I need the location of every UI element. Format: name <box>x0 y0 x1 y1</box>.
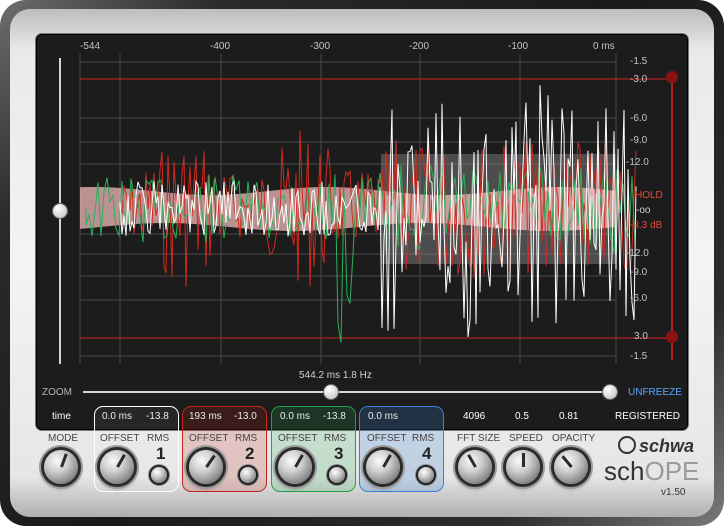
ch2-rms-knob[interactable] <box>240 467 256 483</box>
time-tick: -100 <box>508 41 529 52</box>
version-label: v1.50 <box>661 487 686 498</box>
threshold-top-handle[interactable] <box>666 71 678 83</box>
ch2-rms-value: -13.0 <box>234 411 257 422</box>
threshold-slider-track[interactable] <box>671 74 673 360</box>
mode-knob[interactable] <box>44 450 78 484</box>
speed-label: SPEED <box>509 433 543 444</box>
time-tick: -400 <box>210 41 231 52</box>
zoom-label: ZOOM <box>42 387 72 398</box>
db-tick: -9.0 <box>630 267 648 278</box>
opacity-knob[interactable] <box>554 450 588 484</box>
db-tick: -12.0 <box>626 157 649 168</box>
opacity-label: OPACITY <box>552 433 596 444</box>
ch3-offset-label: OFFSET <box>278 433 318 444</box>
ch2-offset-value: 193 ms <box>189 411 222 422</box>
db-tick: 3.0 <box>634 331 648 342</box>
scope-display[interactable]: -544 -400 -300 -200 -100 0 ms -1.5 -3.0 … <box>36 34 688 430</box>
channel-3-number: 3 <box>334 444 344 463</box>
schwa-logo: schwa <box>618 436 694 457</box>
db-tick: -9.0 <box>630 135 648 146</box>
status-registered: REGISTERED <box>615 411 681 422</box>
ch1-rms-label: RMS <box>147 433 170 444</box>
measure-readout: 544.2 ms 1.8 Hz <box>299 370 372 381</box>
product-name-b: OPE <box>644 456 700 486</box>
ch2-offset-knob[interactable] <box>189 450 223 484</box>
ch3-rms-value: -13.8 <box>323 411 346 422</box>
ch4-rms-label: RMS <box>412 433 435 444</box>
channel-1-number: 1 <box>156 444 166 463</box>
db-tick: -6.0 <box>630 293 648 304</box>
ch1-offset-label: OFFSET <box>100 433 140 444</box>
db-tick: -3.0 <box>630 74 648 85</box>
channel-4-number: 4 <box>422 444 432 463</box>
status-fft: 4096 <box>463 411 486 422</box>
ch1-rms-value: -13.8 <box>146 411 169 422</box>
ch2-offset-label: OFFSET <box>189 433 229 444</box>
left-slider-knob[interactable] <box>53 204 67 218</box>
hold-db: -3.3 dB <box>630 220 663 231</box>
threshold-bottom-handle[interactable] <box>666 331 678 343</box>
time-tick: 0 ms <box>593 41 615 52</box>
zoom-slider-track[interactable] <box>83 391 611 393</box>
hold-value: -oo <box>636 205 651 216</box>
db-tick: -1.5 <box>630 56 648 67</box>
ch4-rms-knob[interactable] <box>418 467 434 483</box>
db-tick: -12.0 <box>626 248 649 259</box>
status-time: time <box>52 411 71 422</box>
ch3-rms-knob[interactable] <box>329 467 345 483</box>
fft-size-label: FFT SIZE <box>457 433 501 444</box>
status-opacity: 0.81 <box>559 411 579 422</box>
hold-label: HOLD <box>635 190 663 201</box>
ch4-offset-label: OFFSET <box>367 433 407 444</box>
mode-label: MODE <box>48 433 78 444</box>
swirl-icon <box>618 436 636 454</box>
ch1-offset-value: 0.0 ms <box>102 411 133 422</box>
time-tick: -544 <box>80 41 101 52</box>
time-tick: -300 <box>310 41 331 52</box>
ch2-rms-label: RMS <box>235 433 258 444</box>
ch4-offset-value: 0.0 ms <box>368 411 399 422</box>
unfreeze-button[interactable]: UNFREEZE <box>628 387 682 398</box>
zoom-slider-end-knob[interactable] <box>603 385 617 399</box>
ch1-offset-knob[interactable] <box>100 450 134 484</box>
ch3-rms-label: RMS <box>324 433 347 444</box>
db-tick: -1.5 <box>630 351 648 362</box>
ch1-rms-knob[interactable] <box>151 467 167 483</box>
ch4-offset-knob[interactable] <box>366 450 400 484</box>
status-speed: 0.5 <box>515 411 529 422</box>
ch3-offset-knob[interactable] <box>278 450 312 484</box>
fft-size-knob[interactable] <box>458 450 492 484</box>
db-tick: -6.0 <box>630 113 648 124</box>
product-name-a: sch <box>604 456 645 486</box>
time-tick: -200 <box>409 41 430 52</box>
product-name: schOPE <box>604 456 699 487</box>
brand-logo-text: schwa <box>639 436 695 456</box>
speed-knob[interactable] <box>506 450 540 484</box>
ch3-offset-value: 0.0 ms <box>280 411 311 422</box>
channel-2-number: 2 <box>245 444 255 463</box>
